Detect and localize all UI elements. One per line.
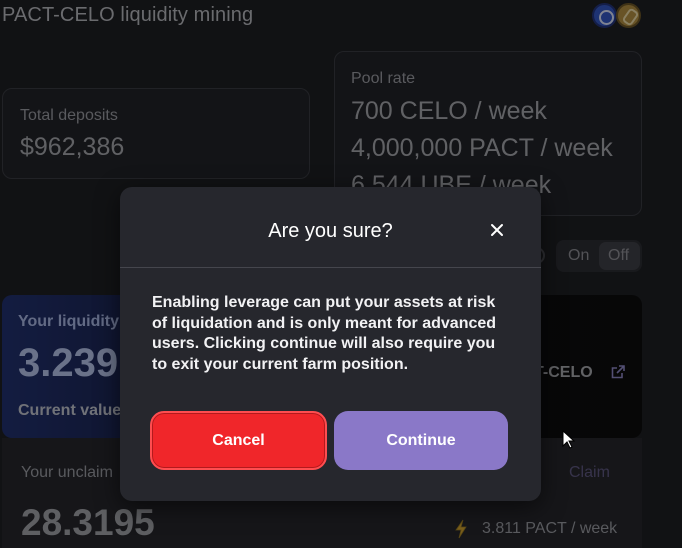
dialog-divider [120,267,541,268]
cancel-button[interactable]: Cancel [150,411,327,470]
page: PACT-CELO liquidity mining Total deposit… [0,0,682,548]
dialog-title: Are you sure? [268,220,393,242]
close-icon[interactable] [489,222,505,238]
mouse-cursor-icon [562,430,576,449]
confirm-dialog: Are you sure? Enabling leverage can put … [120,187,541,501]
continue-button[interactable]: Continue [334,411,508,470]
dialog-message: Enabling leverage can put your assets at… [152,294,497,373]
